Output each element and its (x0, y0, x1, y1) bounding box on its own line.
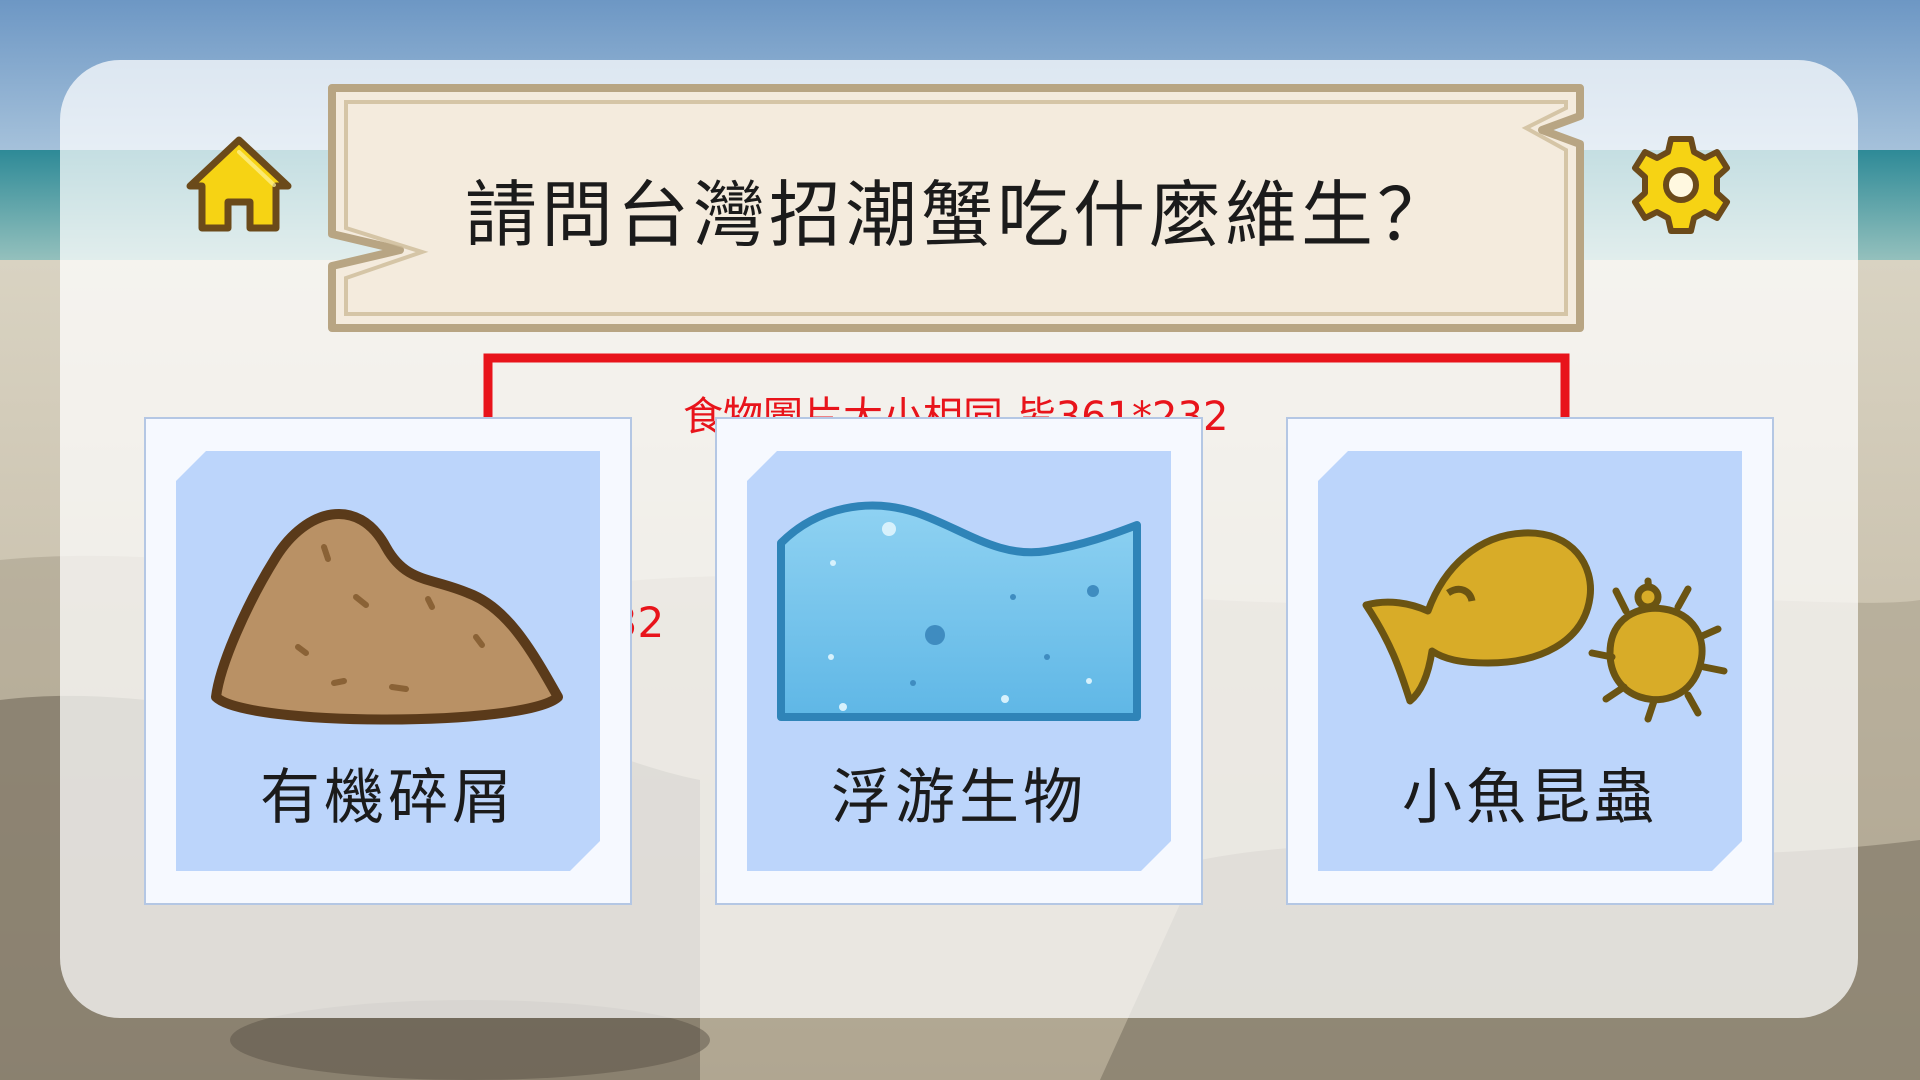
question-text: 請問台灣招潮蟹吃什麼維生？ (464, 172, 1453, 257)
option-card-detritus[interactable]: 有機碎屑 (144, 417, 632, 905)
option-card-fish-insects[interactable]: 小魚昆蟲 (1286, 417, 1774, 905)
option-image-fish-insects (1348, 487, 1728, 723)
option-image-detritus (206, 487, 570, 725)
fish-and-bug-icon (1362, 529, 1728, 723)
option-label-fish-insects: 小魚昆蟲 (1402, 763, 1658, 833)
water-plankton-icon (777, 501, 1141, 721)
gear-icon (1632, 136, 1730, 234)
option-label-plankton: 浮游生物 (831, 763, 1087, 833)
home-icon (186, 136, 292, 232)
option-card-plankton[interactable]: 浮游生物 (715, 417, 1203, 905)
settings-button[interactable] (1626, 130, 1736, 240)
sediment-mound-icon (211, 508, 563, 725)
question-banner: 請問台灣招潮蟹吃什麼維生？ (326, 82, 1592, 334)
option-image-plankton (777, 487, 1141, 721)
option-label-detritus: 有機碎屑 (260, 763, 516, 833)
home-button[interactable] (184, 130, 294, 240)
